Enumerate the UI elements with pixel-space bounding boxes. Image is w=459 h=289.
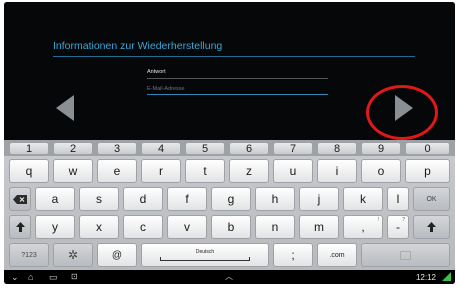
comma-label: , — [361, 220, 365, 234]
screenshot-icon[interactable]: ⊡ — [71, 272, 78, 282]
key-at[interactable]: @ — [97, 243, 137, 267]
recovery-form: Informationen zur Wiederherstellung Antw… — [4, 2, 455, 140]
key-6[interactable]: 6 — [229, 142, 269, 155]
email-field-underline — [147, 94, 328, 95]
settings-key[interactable]: ✲ — [53, 243, 93, 267]
key-x[interactable]: x — [79, 215, 119, 239]
email-field[interactable]: E-Mail-Adresse — [147, 86, 185, 92]
key-o[interactable]: o — [361, 159, 401, 183]
shift-arrow-icon — [427, 222, 436, 232]
space-bar-glyph — [160, 257, 250, 261]
key-5[interactable]: 5 — [185, 142, 225, 155]
shift-right-key[interactable] — [413, 215, 450, 239]
device-screen: Informationen zur Wiederherstellung Antw… — [4, 2, 455, 284]
comma-alt-label: ! — [377, 217, 379, 223]
signal-icon — [442, 272, 451, 281]
key-u[interactable]: u — [273, 159, 313, 183]
key-r[interactable]: r — [141, 159, 181, 183]
backspace-key[interactable] — [9, 187, 31, 211]
title-divider — [53, 56, 415, 57]
answer-field[interactable]: Antwort — [147, 69, 166, 75]
answer-field-underline — [147, 78, 328, 79]
key-i[interactable]: i — [317, 159, 357, 183]
key-y[interactable]: y — [35, 215, 75, 239]
hyphen-alt-label: ? — [402, 217, 405, 223]
key-f[interactable]: f — [167, 187, 207, 211]
key-t[interactable]: t — [185, 159, 225, 183]
key-c[interactable]: c — [123, 215, 163, 239]
hide-keyboard-icon[interactable]: ⌄ — [11, 272, 19, 282]
key-z[interactable]: z — [229, 159, 269, 183]
key-j[interactable]: j — [299, 187, 339, 211]
clock: 12:12 — [415, 273, 436, 282]
keyboard-language-label: Deutsch — [195, 249, 215, 255]
key-a[interactable]: a — [35, 187, 75, 211]
key-comma[interactable]: , ! — [343, 215, 383, 239]
home-icon[interactable]: ⌂ — [28, 272, 33, 282]
key-4[interactable]: 4 — [141, 142, 181, 155]
key-q[interactable]: q — [9, 159, 49, 183]
key-v[interactable]: v — [167, 215, 207, 239]
key-7[interactable]: 7 — [273, 142, 313, 155]
next-button[interactable] — [395, 95, 413, 121]
key-s[interactable]: s — [79, 187, 119, 211]
dismiss-key[interactable] — [361, 243, 450, 267]
key-semicolon[interactable]: ; — [273, 243, 313, 267]
key-p[interactable]: p — [405, 159, 450, 183]
key-d[interactable]: d — [123, 187, 163, 211]
key-b[interactable]: b — [211, 215, 251, 239]
previous-button[interactable] — [56, 95, 74, 121]
dotcom-key[interactable]: .com — [317, 243, 357, 267]
space-key[interactable]: Deutsch — [141, 243, 269, 267]
key-h[interactable]: h — [255, 187, 295, 211]
key-9[interactable]: 9 — [361, 142, 401, 155]
key-l[interactable]: l — [387, 187, 409, 211]
key-3[interactable]: 3 — [97, 142, 137, 155]
key-g[interactable]: g — [211, 187, 251, 211]
key-w[interactable]: w — [53, 159, 93, 183]
keyboard-hide-icon — [400, 250, 411, 260]
key-n[interactable]: n — [255, 215, 295, 239]
system-navigation-bar: ⌄ ⌂ ▭ ⊡ ︿ 12:12 — [4, 270, 455, 284]
shift-arrow-icon — [15, 222, 25, 232]
gear-icon: ✲ — [67, 248, 79, 262]
symbols-mode-key[interactable]: ?123 — [9, 243, 49, 267]
key-0[interactable]: 0 — [405, 142, 450, 155]
hyphen-label: - — [396, 220, 400, 234]
key-1[interactable]: 1 — [9, 142, 49, 155]
key-m[interactable]: m — [299, 215, 339, 239]
shift-left-key[interactable] — [9, 215, 31, 239]
ok-key[interactable]: OK — [413, 187, 450, 211]
key-k[interactable]: k — [343, 187, 383, 211]
backspace-icon — [13, 194, 27, 204]
chevron-up-icon[interactable]: ︿ — [225, 272, 233, 282]
key-e[interactable]: e — [97, 159, 137, 183]
key-8[interactable]: 8 — [317, 142, 357, 155]
key-hyphen[interactable]: - ? — [387, 215, 409, 239]
key-2[interactable]: 2 — [53, 142, 93, 155]
page-title: Informationen zur Wiederherstellung — [53, 40, 223, 52]
recent-apps-icon[interactable]: ▭ — [49, 272, 58, 282]
